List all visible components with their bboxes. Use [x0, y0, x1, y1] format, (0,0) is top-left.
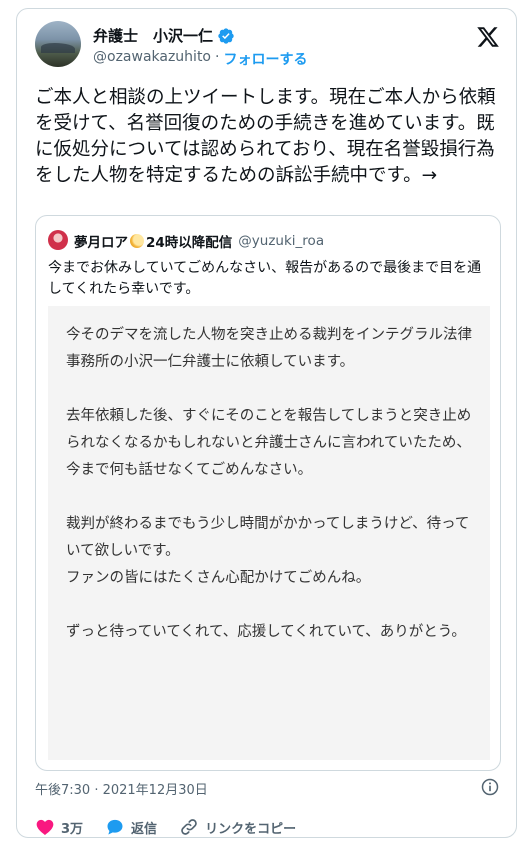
reply-bubble-icon: [107, 819, 123, 835]
tweet-text: ご本人と相談の上ツイートします。現在ご本人から依頼を受けて、名誉回復のための手続…: [35, 87, 496, 186]
like-button[interactable]: 3万: [35, 817, 83, 837]
quoted-author-handle: @yuzuki_roa: [238, 233, 325, 249]
copy-link-label: リンクをコピー: [205, 821, 297, 837]
tweet-card: 弁護士 小沢一仁 @ozawakazuhito · フォローする ご本人と相談の…: [16, 8, 517, 838]
quoted-tweet-text: 今までお休みしていてごめんなさい、報告があるので最後まで目を通してくれたら幸いで…: [48, 260, 482, 297]
tweet-timestamp[interactable]: 午後7:30 · 2021年12月30日: [35, 779, 208, 798]
x-logo-icon[interactable]: [476, 25, 500, 49]
quoted-image-text: 今そのデマを流した人物を突き止める裁判をインテグラル法律事務所の小沢一仁弁護士に…: [66, 327, 472, 640]
quoted-author-avatar: [48, 230, 68, 250]
quoted-author-row: 夢月ロア 24時以降配信 @yuzuki_roa: [74, 231, 324, 251]
moon-emoji-icon: [130, 234, 144, 248]
heart-icon: [36, 819, 54, 835]
follow-button[interactable]: フォローする: [223, 49, 307, 69]
reply-button[interactable]: 返信: [105, 817, 157, 837]
copy-link-button[interactable]: リンクをコピー: [179, 817, 296, 837]
quoted-author-name: 夢月ロア: [74, 235, 128, 251]
info-icon[interactable]: [480, 777, 500, 797]
author-name[interactable]: 弁護士 小沢一仁: [93, 25, 213, 46]
reply-label: 返信: [131, 821, 158, 837]
tweet-actions: 3万 返信 リンクをコピー: [35, 817, 296, 837]
quoted-author-name-suffix: 24時以降配信: [146, 235, 233, 251]
quoted-tweet-image[interactable]: 今そのデマを流した人物を突き止める裁判をインテグラル法律事務所の小沢一仁弁護士に…: [48, 306, 490, 760]
author-handle[interactable]: @ozawakazuhito: [93, 49, 211, 69]
author-handle-row: @ozawakazuhito · フォローする: [93, 49, 307, 69]
link-icon: [181, 819, 197, 835]
author-avatar[interactable]: [35, 21, 81, 67]
like-count: 3万: [61, 821, 84, 837]
verified-badge-icon: [218, 27, 234, 44]
separator-dot: ·: [215, 49, 220, 65]
quoted-tweet[interactable]: 夢月ロア 24時以降配信 @yuzuki_roa 今までお休みしていてごめんなさ…: [35, 215, 501, 771]
author-name-row[interactable]: 弁護士 小沢一仁: [93, 25, 235, 46]
